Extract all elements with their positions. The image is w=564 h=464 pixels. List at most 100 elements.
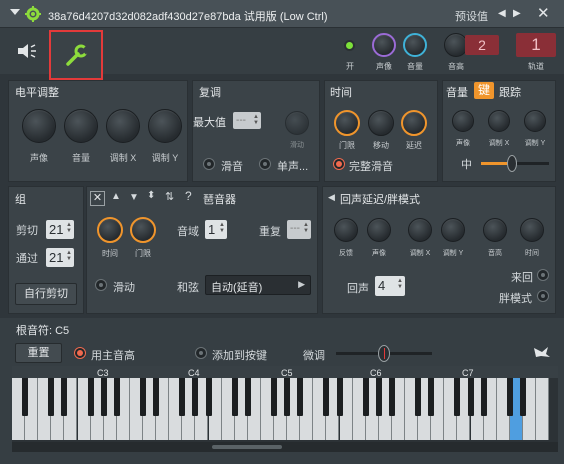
menu-arrow-icon[interactable] bbox=[10, 9, 20, 15]
cut-spinner[interactable]: 21 ▲ ▼ bbox=[46, 220, 74, 239]
auto-cut-button[interactable]: 自行剪切 bbox=[15, 283, 77, 305]
slide-knob[interactable] bbox=[285, 111, 309, 135]
track-modx-knob[interactable] bbox=[488, 110, 510, 132]
echo-modx-knob[interactable] bbox=[408, 218, 432, 242]
piano-white-key[interactable] bbox=[536, 378, 550, 440]
speaker-icon[interactable] bbox=[16, 42, 38, 60]
scrollbar-thumb[interactable] bbox=[212, 445, 282, 449]
arp-up-icon[interactable]: ▲ bbox=[111, 191, 121, 202]
mid-slider-track[interactable] bbox=[481, 155, 549, 172]
arp-updown-icon[interactable]: ⬍ bbox=[147, 190, 155, 201]
track-display[interactable]: 1 bbox=[516, 33, 556, 57]
piano-black-key[interactable] bbox=[61, 378, 68, 416]
piano-black-key[interactable] bbox=[323, 378, 330, 416]
echo-pitch-knob[interactable] bbox=[483, 218, 507, 242]
piano-black-key[interactable] bbox=[506, 378, 513, 416]
piano-black-key[interactable] bbox=[140, 378, 146, 416]
pitch-range-display[interactable]: 2 bbox=[465, 35, 499, 55]
presets-button[interactable]: 预设值 bbox=[455, 8, 488, 24]
range-spinner[interactable]: 1 ▲ ▼ bbox=[205, 220, 227, 239]
piano-black-key[interactable] bbox=[244, 378, 251, 416]
track-mody-knob[interactable] bbox=[524, 110, 546, 132]
pan-knob-label: 声像 bbox=[376, 62, 392, 71]
close-icon[interactable]: ✕ bbox=[537, 4, 550, 22]
piano-black-key[interactable] bbox=[205, 378, 212, 416]
level-volume-knob[interactable] bbox=[64, 109, 98, 143]
tab-volume[interactable]: 音量 bbox=[446, 84, 468, 100]
piano-black-key[interactable] bbox=[100, 378, 107, 416]
fine-tune-slider[interactable] bbox=[336, 345, 432, 362]
gear-icon[interactable] bbox=[25, 6, 41, 22]
octave-label-c6: C6 bbox=[370, 368, 382, 378]
keyboard-scrollbar[interactable] bbox=[12, 442, 558, 452]
piano-black-key[interactable] bbox=[297, 378, 304, 416]
mid-slider-handle[interactable] bbox=[507, 155, 517, 172]
echo-feedback-knob[interactable] bbox=[334, 218, 358, 242]
glide-radio[interactable] bbox=[203, 158, 215, 170]
track-pan-knob[interactable] bbox=[452, 110, 474, 132]
power-led[interactable] bbox=[344, 40, 355, 51]
tab-key[interactable]: 键 bbox=[474, 82, 494, 99]
level-modx-knob[interactable] bbox=[106, 109, 140, 143]
fine-tune-handle[interactable] bbox=[378, 345, 390, 362]
next-preset-icon[interactable]: ▶ bbox=[513, 8, 521, 19]
arp-random-icon[interactable]: ? bbox=[185, 189, 192, 203]
echo-count-spinner[interactable]: 4 ▲ ▼ bbox=[375, 276, 405, 296]
prev-preset-icon[interactable]: ◀ bbox=[498, 8, 506, 19]
piano-black-key[interactable] bbox=[271, 378, 277, 416]
full-glide-radio[interactable] bbox=[333, 158, 345, 170]
piano-black-key[interactable] bbox=[428, 378, 435, 416]
pan-knob[interactable] bbox=[372, 33, 396, 57]
level-mody-knob[interactable] bbox=[148, 109, 182, 143]
piano-black-key[interactable] bbox=[153, 378, 160, 416]
piano-black-key[interactable] bbox=[48, 378, 55, 416]
piano-black-key[interactable] bbox=[388, 378, 395, 416]
add-to-key-radio[interactable] bbox=[195, 347, 207, 359]
reset-button[interactable]: 重置 bbox=[15, 343, 62, 363]
piano-black-key[interactable] bbox=[22, 378, 29, 416]
bird-icon[interactable] bbox=[532, 344, 552, 360]
piano-black-key[interactable] bbox=[480, 378, 487, 416]
arp-off-icon[interactable]: ✕ bbox=[90, 191, 105, 206]
echo-mody-knob[interactable] bbox=[441, 218, 465, 242]
root-title: 根音符: C5 bbox=[16, 325, 70, 337]
piano-black-key[interactable] bbox=[415, 378, 422, 416]
arp-slide-radio[interactable] bbox=[95, 279, 107, 291]
piano-black-key[interactable] bbox=[113, 378, 120, 416]
piano-black-key[interactable] bbox=[336, 378, 343, 416]
piano-black-key[interactable] bbox=[231, 378, 238, 416]
volume-knob[interactable] bbox=[403, 33, 427, 57]
piano-black-key[interactable] bbox=[375, 378, 382, 416]
time-shift-knob[interactable] bbox=[368, 110, 394, 136]
fat-radio[interactable] bbox=[537, 290, 549, 302]
echo-time-label: 时间 bbox=[525, 250, 539, 257]
wrench-tab[interactable] bbox=[49, 30, 103, 80]
piano-black-key[interactable] bbox=[454, 378, 461, 416]
piano-black-key[interactable] bbox=[192, 378, 199, 416]
repeat-spinner[interactable]: --- ▲ ▼ bbox=[287, 220, 311, 239]
piano-black-key[interactable] bbox=[519, 378, 526, 416]
echo-expand-icon[interactable]: ◀ bbox=[328, 192, 335, 203]
piano-black-key[interactable] bbox=[362, 378, 369, 416]
tab-track[interactable]: 跟踪 bbox=[499, 84, 521, 100]
echo-pan-knob[interactable] bbox=[367, 218, 391, 242]
piano-black-key[interactable] bbox=[179, 378, 186, 416]
piano-black-key[interactable] bbox=[87, 378, 94, 416]
chord-dropdown[interactable]: 自动(延音) ▶ bbox=[205, 275, 311, 295]
piano-black-key[interactable] bbox=[467, 378, 474, 416]
time-gate-knob[interactable] bbox=[334, 110, 360, 136]
level-pan-knob[interactable] bbox=[22, 109, 56, 143]
time-delay-knob[interactable] bbox=[401, 110, 427, 136]
arp-gate-knob[interactable] bbox=[130, 217, 156, 243]
piano-black-key[interactable] bbox=[284, 378, 291, 416]
arp-down-icon[interactable]: ▼ bbox=[129, 192, 139, 203]
mono-radio[interactable] bbox=[259, 158, 271, 170]
use-main-pitch-radio[interactable] bbox=[74, 347, 86, 359]
pingpong-radio[interactable] bbox=[537, 269, 549, 281]
echo-time-knob[interactable] bbox=[520, 218, 544, 242]
arp-sticky-icon[interactable]: ⇅ bbox=[165, 190, 174, 203]
arp-time-knob[interactable] bbox=[97, 217, 123, 243]
echo-feedback-label: 反馈 bbox=[339, 250, 353, 257]
max-spinner[interactable]: --- ▲ ▼ bbox=[233, 112, 261, 129]
pass-spinner[interactable]: 21 ▲ ▼ bbox=[46, 248, 74, 267]
